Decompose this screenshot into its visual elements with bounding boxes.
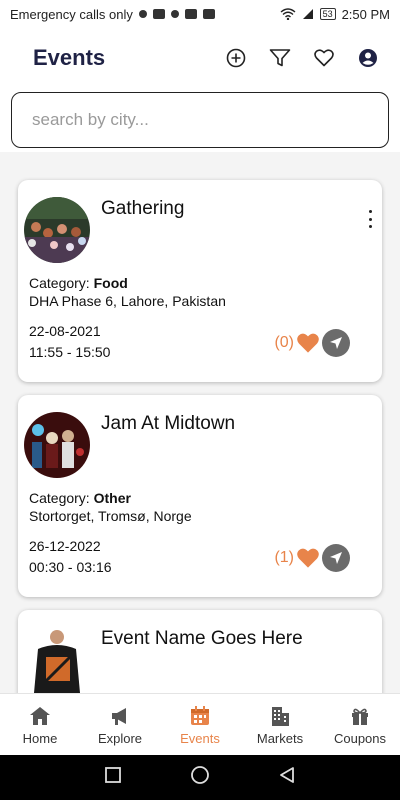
- app-bar: Events: [0, 28, 400, 88]
- battery-indicator: 53: [319, 8, 336, 20]
- calendar-icon: [191, 705, 209, 725]
- building-icon: [272, 706, 289, 726]
- search-input[interactable]: [30, 109, 370, 131]
- like-count: (1): [274, 549, 294, 566]
- nav-events[interactable]: Events: [160, 694, 240, 756]
- nav-label: Home: [22, 730, 58, 746]
- clock: 2:50 PM: [341, 6, 390, 22]
- favorites-button[interactable]: [312, 46, 336, 70]
- nav-explore[interactable]: Explore: [80, 694, 160, 756]
- recents-button[interactable]: [104, 766, 122, 789]
- event-title: Event Name Goes Here: [101, 628, 303, 649]
- gift-icon: [352, 708, 368, 725]
- event-time: 11:55 - 15:50: [29, 344, 111, 360]
- nav-label: Coupons: [333, 730, 387, 746]
- heart-icon: [297, 548, 319, 568]
- status-bar: Emergency calls only 53 2:50 PM: [0, 0, 400, 28]
- home-system-button[interactable]: [190, 765, 210, 790]
- plus-circle-icon: [226, 48, 246, 68]
- event-title: Gathering: [101, 198, 185, 219]
- nav-label: Events: [180, 730, 220, 746]
- heart-icon: [297, 333, 319, 353]
- event-date: 26-12-2022: [29, 538, 101, 554]
- nav-markets[interactable]: Markets: [240, 694, 320, 756]
- nav-label: Explore: [97, 730, 143, 746]
- event-title: Jam At Midtown: [101, 413, 236, 434]
- back-triangle-icon: [280, 767, 294, 783]
- event-image: [24, 197, 90, 263]
- event-date: 22-08-2021: [29, 323, 101, 339]
- mail-icon: [202, 9, 215, 19]
- page-title: Events: [33, 45, 106, 70]
- like-button[interactable]: (1): [274, 547, 320, 569]
- like-count: (0): [274, 334, 294, 351]
- event-card[interactable]: Event Name Goes Here: [18, 610, 382, 693]
- event-card[interactable]: Gathering Category: Food DHA Phase 6, La…: [18, 180, 382, 382]
- bottom-navigation: Home Explore Events Markets Coupons: [0, 693, 400, 756]
- event-location: Stortorget, Tromsø, Norge: [29, 508, 192, 524]
- back-button[interactable]: [278, 766, 296, 789]
- youtube-icon: [152, 9, 165, 19]
- event-category: Category: Other: [29, 490, 131, 506]
- megaphone-icon: [112, 707, 126, 725]
- search-box: [11, 92, 389, 148]
- circle-icon: [191, 766, 209, 784]
- wifi-icon: [280, 8, 296, 20]
- nav-coupons[interactable]: Coupons: [320, 694, 400, 756]
- system-navigation-bar: [0, 755, 400, 800]
- nav-home[interactable]: Home: [0, 694, 80, 756]
- event-card[interactable]: Jam At Midtown Category: Other Stortorge…: [18, 395, 382, 597]
- account-circle-icon: [359, 49, 377, 67]
- home-icon: [30, 706, 50, 725]
- notification-icon: [138, 10, 147, 18]
- event-time: 00:30 - 03:16: [29, 559, 112, 575]
- square-icon: [105, 767, 121, 783]
- status-text: Emergency calls only: [10, 6, 133, 22]
- more-options-icon[interactable]: [366, 210, 374, 228]
- filter-icon: [269, 49, 291, 67]
- event-location: DHA Phase 6, Lahore, Pakistan: [29, 293, 226, 309]
- heart-outline-icon: [314, 49, 334, 67]
- navigation-arrow-icon: [330, 337, 342, 349]
- settings-icon: [170, 10, 179, 18]
- filter-button[interactable]: [268, 46, 292, 70]
- navigate-button[interactable]: [322, 329, 350, 357]
- nav-label: Markets: [256, 730, 304, 746]
- add-event-button[interactable]: [224, 46, 248, 70]
- like-button[interactable]: (0): [274, 332, 320, 354]
- event-image: [24, 627, 90, 693]
- event-category: Category: Food: [29, 275, 128, 291]
- event-image: [24, 412, 90, 478]
- image-icon: [184, 9, 197, 19]
- signal-icon: [302, 9, 313, 19]
- navigation-arrow-icon: [330, 552, 342, 564]
- profile-button[interactable]: [356, 46, 380, 70]
- event-list[interactable]: Gathering Category: Food DHA Phase 6, La…: [0, 152, 400, 693]
- navigate-button[interactable]: [322, 544, 350, 572]
